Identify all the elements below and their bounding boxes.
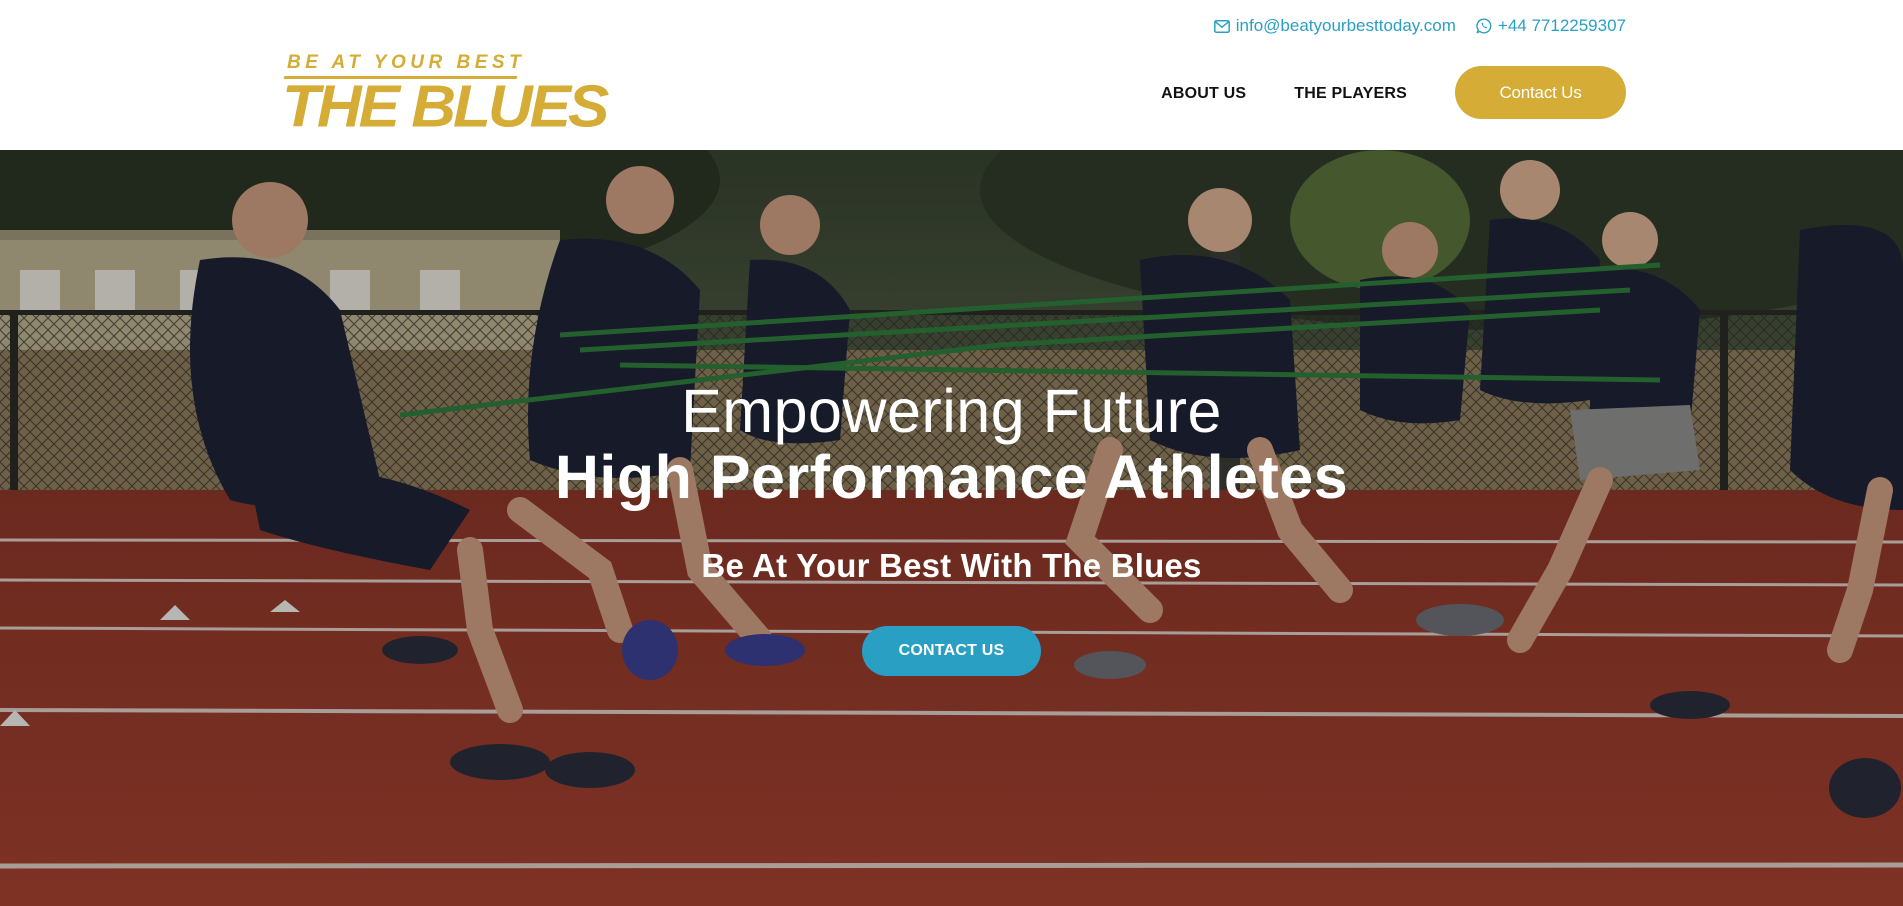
email-link[interactable]: info@beatyourbesttoday.com <box>1213 16 1456 36</box>
whatsapp-icon <box>1476 18 1492 34</box>
hero-subtitle: Be At Your Best With The Blues <box>701 547 1202 584</box>
phone-number: +44 7712259307 <box>1497 16 1626 35</box>
nav-the-players[interactable]: THE PLAYERS <box>1294 85 1407 103</box>
hero-section: Empowering Future High Performance Athle… <box>0 150 1903 906</box>
site-header: info@beatyourbesttoday.com +44 771225930… <box>0 0 1903 150</box>
top-contact-bar: info@beatyourbesttoday.com +44 771225930… <box>1213 14 1626 38</box>
hero-content: Empowering Future High Performance Athle… <box>0 150 1903 906</box>
nav-about-us[interactable]: ABOUT US <box>1161 85 1246 103</box>
hero-heading-line1: Empowering Future <box>681 377 1222 445</box>
hero-contact-button[interactable]: CONTACT US <box>862 626 1041 676</box>
logo-tagline: BE AT YOUR BEST <box>287 52 526 73</box>
email-address: info@beatyourbesttoday.com <box>1235 16 1456 35</box>
hero-heading-line2: High Performance Athletes <box>554 443 1349 511</box>
main-nav: ABOUT US THE PLAYERS Contact Us <box>1161 66 1626 119</box>
logo-wordmark: THE BLUES <box>282 74 609 140</box>
site-logo[interactable]: BE AT YOUR BEST THE BLUES <box>280 52 609 140</box>
header-contact-button[interactable]: Contact Us <box>1455 66 1626 119</box>
phone-link[interactable]: +44 7712259307 <box>1476 16 1626 36</box>
envelope-icon <box>1213 19 1230 33</box>
